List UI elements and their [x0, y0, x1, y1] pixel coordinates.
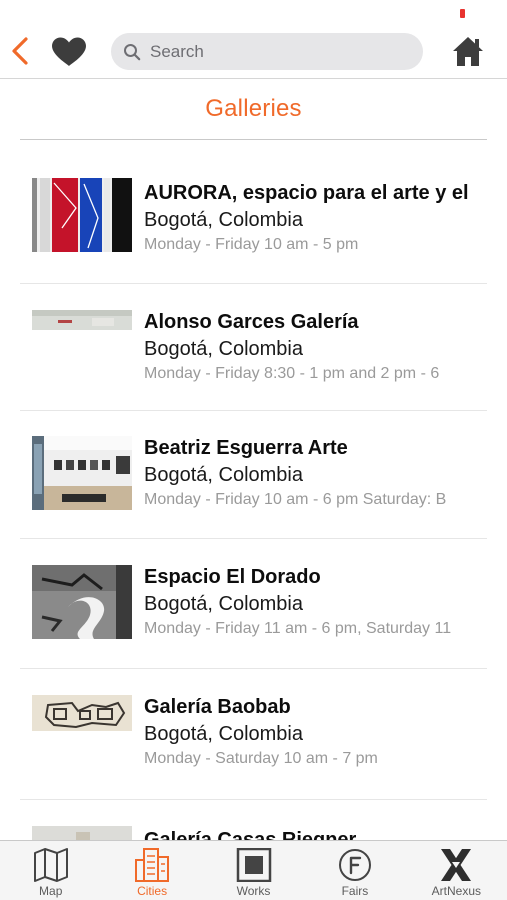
city-buildings-icon	[135, 848, 170, 882]
gallery-name: Espacio El Dorado	[144, 566, 321, 588]
gallery-city: Bogotá, Colombia	[144, 723, 303, 745]
gallery-name: Beatriz Esguerra Arte	[144, 437, 348, 459]
gallery-row-beatriz-esguerra[interactable]: Beatriz Esguerra Arte Bogotá, Colombia M…	[20, 411, 487, 539]
tab-label: Fairs	[341, 884, 369, 898]
status-indicator	[460, 9, 465, 18]
gallery-hours: Monday - Saturday 10 am - 7 pm	[144, 750, 378, 767]
gallery-name: Alonso Garces Galería	[144, 311, 359, 333]
gallery-thumbnail-aurora	[32, 178, 132, 252]
gallery-city: Bogotá, Colombia	[144, 209, 303, 231]
home-button[interactable]	[451, 35, 485, 68]
home-icon	[453, 37, 483, 66]
gallery-thumbnail-baobab	[32, 695, 132, 731]
gallery-thumbnail-casas-riegner	[32, 826, 132, 841]
gallery-row-casas-riegner[interactable]: Galería Casas Riegner	[20, 800, 487, 841]
gallery-thumbnail-beatriz-esguerra	[32, 436, 132, 510]
top-navigation-bar	[0, 26, 507, 78]
map-icon	[33, 848, 68, 882]
gallery-hours: Monday - Friday 11 am - 6 pm, Saturday 1…	[144, 620, 452, 637]
gallery-name: Galería Baobab	[144, 696, 291, 718]
bottom-tab-bar: Map Cities Works Fairs ArtNexus	[0, 840, 507, 900]
gallery-row-espacio-el-dorado[interactable]: Espacio El Dorado Bogotá, Colombia Monda…	[20, 539, 487, 669]
gallery-name: AURORA, espacio para el arte y el	[144, 182, 469, 204]
gallery-thumbnail-espacio-el-dorado	[32, 565, 132, 639]
gallery-row-aurora[interactable]: AURORA, espacio para el arte y el Bogotá…	[20, 141, 487, 284]
gallery-city: Bogotá, Colombia	[144, 464, 303, 486]
tab-cities[interactable]: Cities	[101, 841, 202, 900]
search-input[interactable]	[150, 41, 410, 62]
tab-label: Works	[236, 884, 271, 898]
works-frame-icon	[236, 848, 271, 882]
back-button[interactable]	[8, 34, 32, 68]
search-icon	[124, 43, 141, 60]
fairs-f-circle-icon	[338, 849, 371, 881]
favorites-button[interactable]	[50, 36, 88, 68]
gallery-hours: Monday - Friday 10 am - 5 pm	[144, 236, 359, 253]
gallery-hours: Monday - Friday 10 am - 6 pm Saturday: B	[144, 491, 447, 508]
tab-label: Cities	[137, 884, 168, 898]
tab-fairs[interactable]: Fairs	[304, 841, 405, 900]
gallery-row-alonso-garces[interactable]: Alonso Garces Galería Bogotá, Colombia M…	[20, 284, 487, 411]
tab-label: ArtNexus	[431, 884, 481, 898]
tab-label: Map	[39, 884, 63, 898]
gallery-list[interactable]: AURORA, espacio para el arte y el Bogotá…	[20, 141, 487, 841]
chevron-left-icon	[12, 37, 28, 65]
page-title: Galleries	[205, 95, 302, 122]
heart-icon	[52, 37, 86, 66]
gallery-hours: Monday - Friday 8:30 - 1 pm and 2 pm - 6	[144, 365, 440, 382]
tab-map[interactable]: Map	[0, 841, 101, 900]
tab-artnexus[interactable]: ArtNexus	[406, 841, 507, 900]
search-bar[interactable]	[111, 33, 423, 70]
page-header: Galleries	[20, 79, 487, 140]
gallery-thumbnail-alonso-garces	[32, 310, 132, 330]
gallery-row-baobab[interactable]: Galería Baobab Bogotá, Colombia Monday -…	[20, 669, 487, 800]
artnexus-x-logo-icon	[441, 849, 472, 881]
tab-works[interactable]: Works	[203, 841, 304, 900]
gallery-city: Bogotá, Colombia	[144, 338, 303, 360]
gallery-city: Bogotá, Colombia	[144, 593, 303, 615]
